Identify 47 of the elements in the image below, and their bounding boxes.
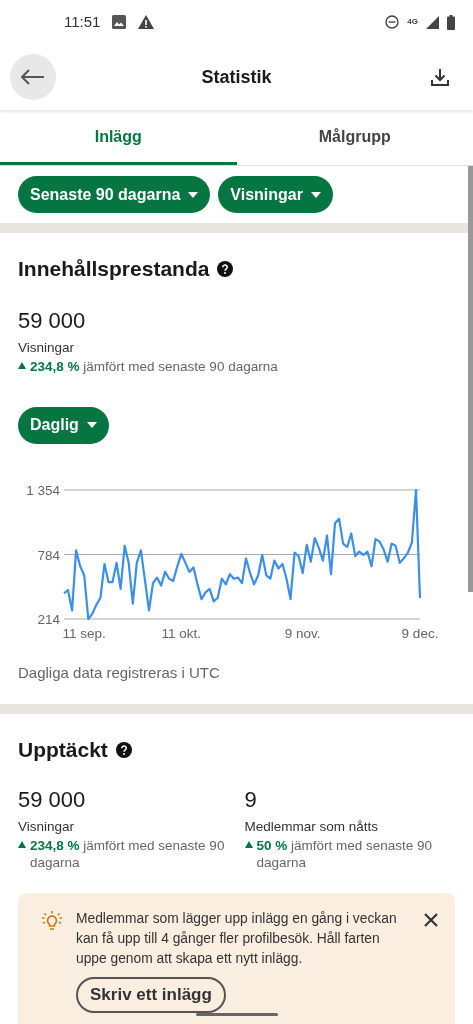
x-tick-label: 11 okt. (161, 625, 202, 641)
caret-icon (86, 422, 97, 429)
x-tick-label: 11 sep. (62, 625, 106, 641)
network-label: 4G (407, 18, 418, 26)
write-post-button[interactable]: Skriv ett inlägg (76, 977, 226, 1013)
chart-note: Dagliga data registreras i UTC (17, 662, 221, 683)
signal-icon (426, 15, 439, 29)
image-icon (112, 15, 127, 29)
back-button[interactable] (10, 54, 56, 100)
tab[interactable]: Inlägg (0, 111, 237, 165)
download-icon (431, 68, 449, 86)
up-triangle-icon (244, 841, 253, 848)
metric-label: Visningar (18, 338, 76, 357)
metric-value: 9 (244, 785, 258, 814)
section-title: Upptäckt (18, 737, 108, 764)
tip-text: Medlemmar som lägger upp inlägg en gång i veckan kan få upp till 4 gånger fler profilbesök. Håll farten uppe genom att skapa ett nytt inlägg. (76, 910, 398, 968)
battery-icon (447, 14, 455, 30)
up-triangle-icon (18, 361, 26, 369)
page-title: Statistik (201, 65, 272, 89)
y-tick-label: 214 (37, 611, 60, 627)
up-triangle-icon (18, 841, 26, 848)
change-text: 234,8 % jämfört med senaste 90 dagarna (30, 357, 278, 375)
tab[interactable]: Målgrupp (236, 111, 473, 165)
change-text: 234,8 % jämfört med senaste 90 dagarna (30, 837, 226, 871)
metric-label: Medlemmar som nåtts (244, 817, 380, 836)
do-not-disturb-icon (385, 15, 400, 29)
status-time: 11:51 (64, 11, 101, 32)
lightbulb-icon (40, 911, 64, 933)
warning-icon (138, 15, 155, 29)
y-tick-label: 1 354 (26, 482, 60, 498)
help-icon[interactable] (217, 260, 234, 277)
dropdown-chip[interactable]: Daglig (18, 406, 109, 444)
x-tick-label: 9 nov. (284, 625, 321, 641)
x-tick-label: 9 dec. (401, 625, 439, 641)
help-icon[interactable] (115, 742, 132, 758)
section-title: Innehållsprestanda (18, 256, 210, 282)
change-text: 50 % jämfört med senaste 90 dagarna (256, 837, 434, 871)
caret-icon (310, 191, 321, 198)
caret-icon (188, 191, 199, 198)
dropdown-chip[interactable]: Visningar (218, 176, 333, 213)
metric-value: 59 000 (18, 306, 87, 335)
metric-value: 59 000 (18, 785, 87, 814)
metric-label: Visningar (18, 817, 76, 836)
close-icon (424, 913, 438, 927)
y-tick-label: 784 (37, 547, 60, 563)
dropdown-chip[interactable]: Senaste 90 dagarna (18, 176, 211, 213)
back-arrow-icon (21, 69, 45, 85)
